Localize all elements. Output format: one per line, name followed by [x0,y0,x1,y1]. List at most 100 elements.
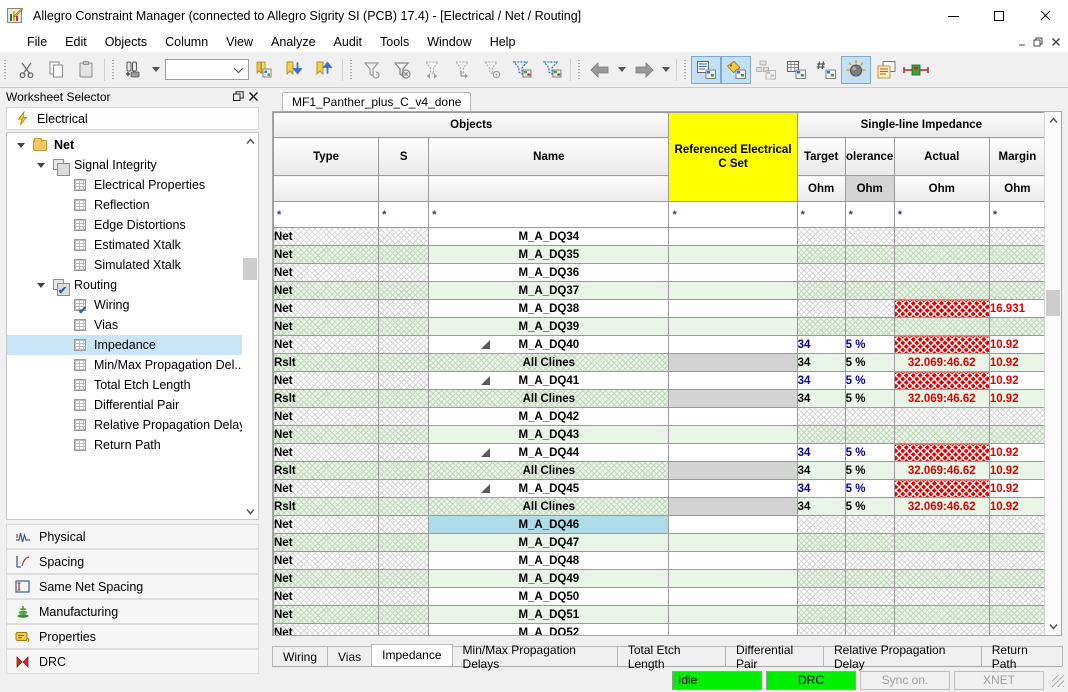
show-table-button[interactable] [781,56,811,84]
tree-item-vias[interactable]: Vias [7,315,242,335]
cell-target[interactable] [797,588,845,606]
cell-s[interactable] [379,300,429,318]
window-maximize-button[interactable] [976,0,1022,32]
mdi-close-button[interactable] [1047,34,1064,51]
cell-target[interactable] [797,570,845,588]
table-row[interactable]: NetM_A_DQ47 [274,534,1045,552]
forward-dropdown-button[interactable] [659,56,673,84]
filter-type[interactable]: * [274,202,379,228]
cell-target[interactable] [797,552,845,570]
panel-close-button[interactable] [246,89,261,104]
tree-item-routing[interactable]: ✔Routing [7,275,242,295]
chevron-down-icon[interactable] [31,275,51,295]
cell-name[interactable]: M_A_DQ52 [429,624,669,636]
cell-target[interactable] [797,516,845,534]
cell-tolerance[interactable]: 5 % [845,336,894,354]
cell-tolerance[interactable]: 5 % [845,372,894,390]
cell-target[interactable]: 34 [797,498,845,516]
cell-s[interactable] [379,264,429,282]
cell-tolerance[interactable] [845,264,894,282]
cell-target[interactable]: 34 [797,372,845,390]
table-row[interactable]: RsltAll Clines345 %32.069:46.6210.92 [274,498,1045,516]
cell-actual[interactable] [894,588,989,606]
cell-type[interactable]: Net [274,336,379,354]
cell-tolerance[interactable]: 5 % [845,480,894,498]
cell-target[interactable] [797,282,845,300]
cell-margin[interactable]: 10.92 [989,462,1044,480]
cell-name[interactable]: All Clines [429,462,669,480]
cell-type[interactable]: Net [274,282,379,300]
cell-type[interactable]: Rslt [274,354,379,372]
cell-tolerance[interactable] [845,246,894,264]
cell-actual[interactable] [894,408,989,426]
cell-name[interactable]: M_A_DQ35 [429,246,669,264]
cell-name[interactable]: M_A_DQ48 [429,552,669,570]
filter-tolerance[interactable]: * [845,202,894,228]
cell-name[interactable]: M_A_DQ42 [429,408,669,426]
cell-referenced-electrical-cset[interactable] [669,264,797,282]
cell-name[interactable]: M_A_DQ45 [429,480,669,498]
cell-referenced-electrical-cset[interactable] [669,390,797,408]
grid-scroll-up-button[interactable] [1045,112,1061,129]
cell-actual[interactable] [894,552,989,570]
filter-name[interactable]: * [429,202,669,228]
cell-actual[interactable] [894,534,989,552]
cell-actual[interactable] [894,516,989,534]
cell-target[interactable]: 34 [797,390,845,408]
cell-target[interactable] [797,318,845,336]
menu-analyze[interactable]: Analyze [262,33,324,51]
tree-item-simulated-xtalk[interactable]: Simulated Xtalk [7,255,242,275]
table-row[interactable]: NetM_A_DQ50 [274,588,1045,606]
table-row[interactable]: NetM_A_DQ46 [274,516,1045,534]
cell-target[interactable] [797,624,845,636]
status-xnet[interactable]: XNET [954,671,1044,690]
menu-audit[interactable]: Audit [325,33,372,51]
cell-referenced-electrical-cset[interactable] [669,588,797,606]
cell-s[interactable] [379,606,429,624]
cell-tolerance[interactable] [845,516,894,534]
cell-actual[interactable] [894,318,989,336]
cell-name[interactable]: M_A_DQ40 [429,336,669,354]
cell-type[interactable]: Rslt [274,462,379,480]
cell-margin[interactable] [989,318,1044,336]
filter-collapse-button[interactable] [417,56,447,84]
show-constraints-button[interactable] [691,56,721,84]
cell-actual[interactable]: 32.069:46.62 [894,390,989,408]
cell-name[interactable]: All Clines [429,354,669,372]
cell-referenced-electrical-cset[interactable] [669,462,797,480]
cut-button[interactable] [11,56,41,84]
cell-actual[interactable] [894,282,989,300]
cell-margin[interactable]: 10.92 [989,336,1044,354]
window-minimize-button[interactable] [930,0,976,32]
table-row[interactable]: NetM_A_DQ34 [274,228,1045,246]
group-header-objects[interactable]: Objects [274,113,669,138]
category-electrical[interactable]: Electrical [6,107,259,130]
column-header-margin[interactable]: Margin [989,138,1044,176]
table-row[interactable]: NetM_A_DQ45345 %10.92 [274,480,1045,498]
cell-name[interactable]: M_A_DQ44 [429,444,669,462]
cell-referenced-electrical-cset[interactable] [669,300,797,318]
cell-tolerance[interactable] [845,588,894,606]
menu-window[interactable]: Window [418,33,480,51]
cell-actual[interactable] [894,624,989,636]
column-header-target[interactable]: Target [797,138,845,176]
cell-type[interactable]: Net [274,516,379,534]
cell-margin[interactable] [989,246,1044,264]
cell-s[interactable] [379,426,429,444]
cell-referenced-electrical-cset[interactable] [669,336,797,354]
window-resize-grip[interactable] [1050,673,1064,687]
cell-name[interactable]: M_A_DQ49 [429,570,669,588]
cell-target[interactable] [797,426,845,444]
column-header-s[interactable]: S [379,138,429,176]
cell-target[interactable] [797,534,845,552]
cell-tolerance[interactable] [845,570,894,588]
show-hierarchy-button[interactable] [751,56,781,84]
table-row[interactable]: NetM_A_DQ37 [274,282,1045,300]
cell-tolerance[interactable] [845,228,894,246]
tree-item-estimated-xtalk[interactable]: Estimated Xtalk [7,235,242,255]
table-row[interactable]: NetM_A_DQ35 [274,246,1045,264]
cell-target[interactable] [797,228,845,246]
cell-type[interactable]: Net [274,444,379,462]
cell-s[interactable] [379,336,429,354]
mdi-restore-button[interactable] [1030,34,1047,51]
